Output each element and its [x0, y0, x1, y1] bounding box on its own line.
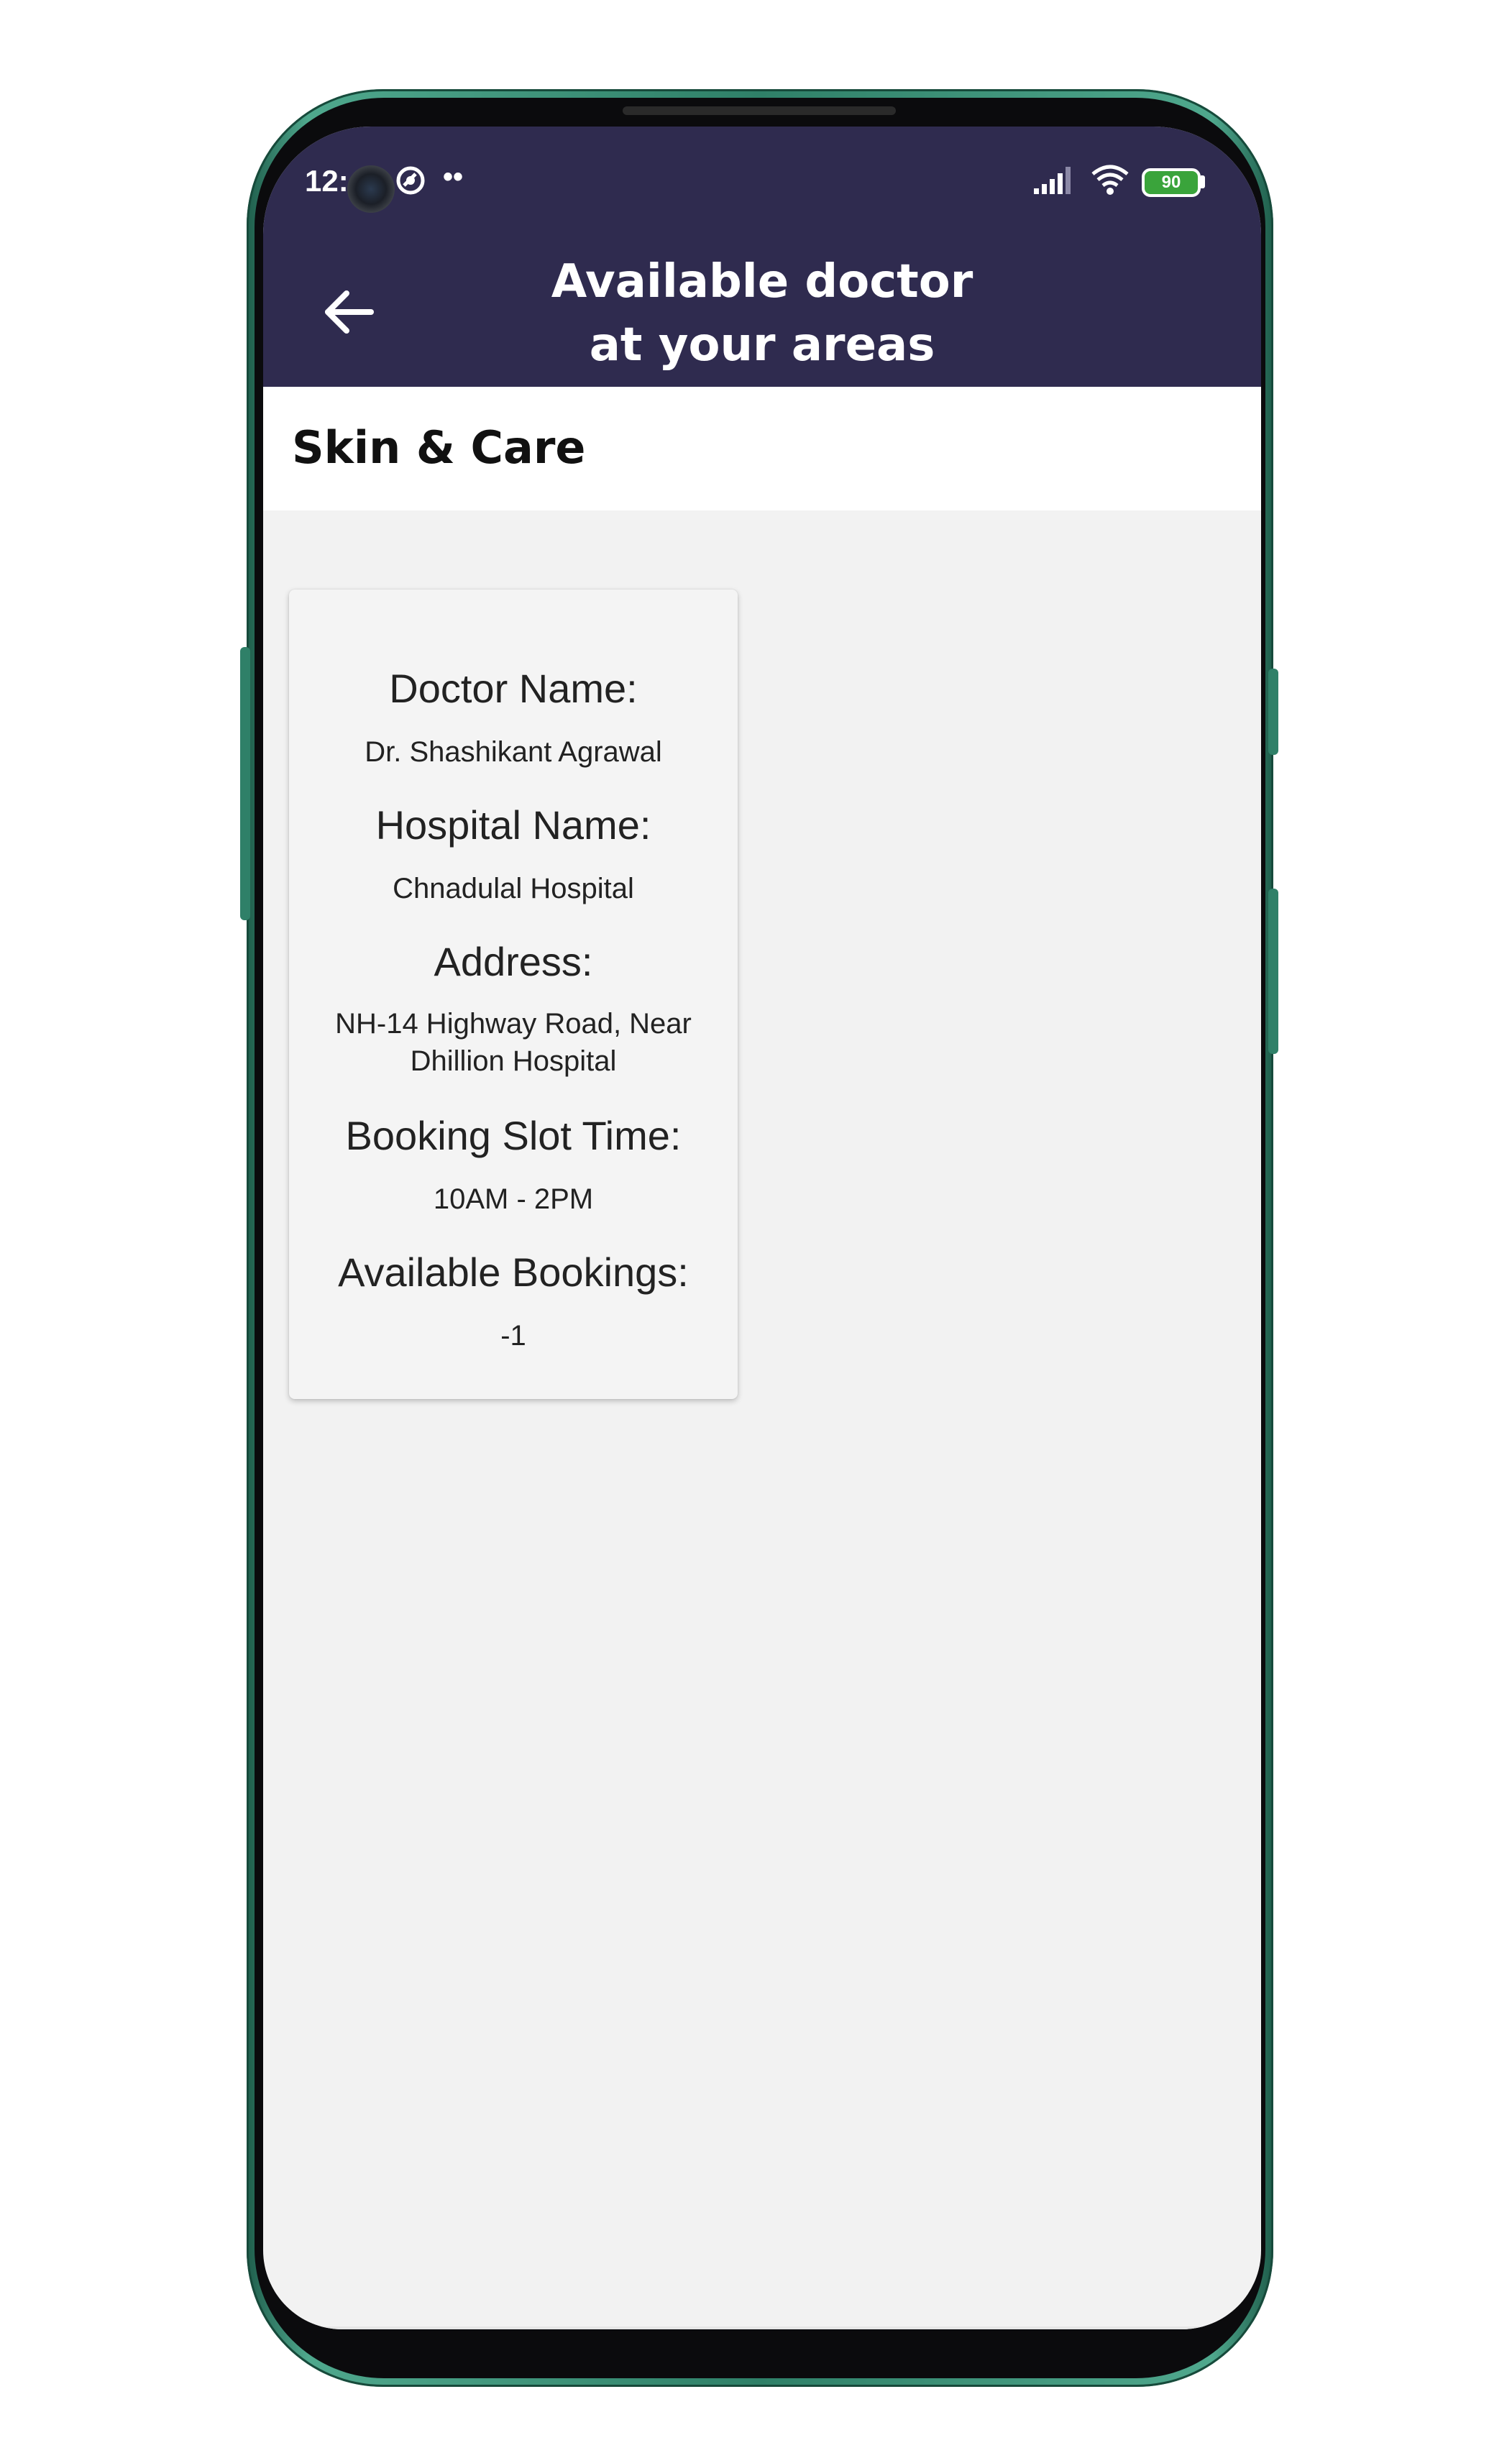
more-notifications-icon: •• [443, 161, 464, 193]
booking-slot-value: 10AM - 2PM [433, 1183, 594, 1215]
front-camera [347, 165, 395, 213]
page-title: Available doctor at your areas [429, 250, 1096, 377]
status-time: 12: [305, 164, 349, 198]
battery-tip [1201, 175, 1205, 188]
category-title: Skin & Care [292, 421, 586, 474]
device-mockup: 12: •• 90 Available doctor at your areas… [0, 0, 1512, 2453]
app-screen: 12: •• 90 Available doctor at your areas… [263, 127, 1261, 2329]
wifi-icon [1091, 165, 1129, 195]
page-title-line-1: Available doctor [551, 255, 973, 308]
volume-button [240, 647, 250, 920]
earpiece-speaker [623, 106, 896, 115]
screen-bottom-edge [263, 2326, 1261, 2329]
available-bookings-label: Available Bookings: [338, 1250, 689, 1295]
address-line-2: Dhillion Hospital [410, 1045, 617, 1077]
doctor-name-label: Doctor Name: [389, 666, 638, 711]
battery-icon: 90 [1142, 168, 1201, 197]
doctor-name-value: Dr. Shashikant Agrawal [365, 736, 662, 768]
data-saver-icon [396, 166, 425, 195]
address-line-1: NH-14 Highway Road, Near [335, 1008, 692, 1040]
doctor-card[interactable]: Doctor Name: Dr. Shashikant Agrawal Hosp… [289, 590, 738, 1399]
power-button [1268, 669, 1278, 755]
available-bookings-value: -1 [500, 1320, 526, 1352]
hospital-name-label: Hospital Name: [375, 802, 651, 848]
hospital-name-value: Chnadulal Hospital [393, 873, 634, 904]
side-key [1268, 889, 1278, 1054]
page-title-line-2: at your areas [589, 318, 935, 372]
back-arrow-icon[interactable] [316, 279, 382, 345]
address-label: Address: [434, 939, 593, 984]
category-header: Skin & Care [263, 387, 1261, 510]
app-bar: 12: •• 90 Available doctor at your areas [263, 127, 1261, 387]
booking-slot-label: Booking Slot Time: [345, 1113, 682, 1158]
cellular-signal-icon [1034, 167, 1071, 194]
